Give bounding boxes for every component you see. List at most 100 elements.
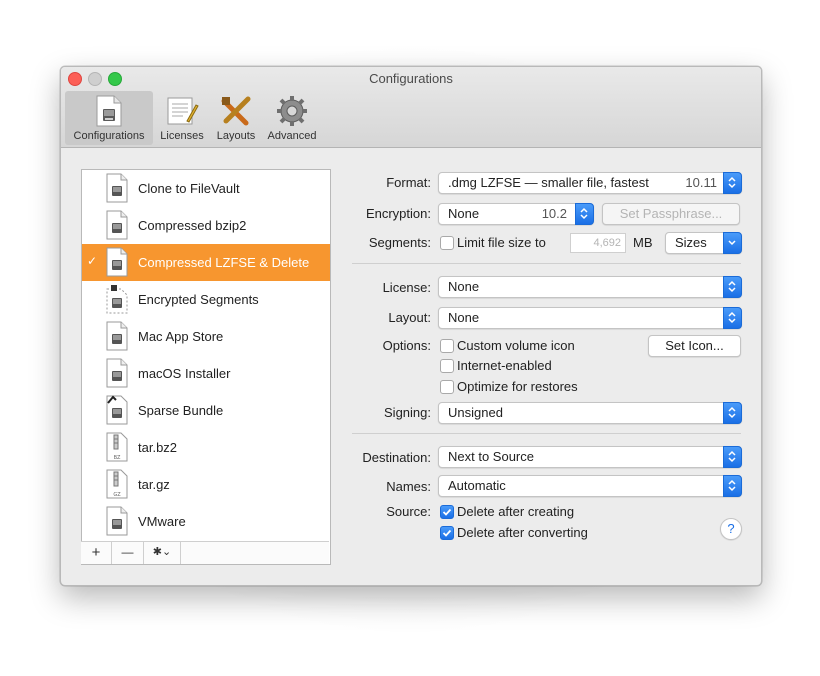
disk-image-icon [106,506,128,536]
disk-image-icon [106,210,128,240]
popup-arrows-icon [723,172,742,194]
list-item-label: macOS Installer [138,366,231,381]
list-item[interactable]: GZ tar.gz [82,466,330,503]
license-popup[interactable]: None [438,276,742,298]
destination-label: Destination: [362,450,431,465]
custom-volume-icon-checkbox[interactable] [440,339,454,353]
tab-label: Advanced [267,130,317,142]
window-title: Configurations [369,71,453,86]
format-label: Format: [386,175,431,190]
delete-after-converting-label: Delete after converting [457,525,588,540]
license-value: None [448,279,480,294]
list-item-label: VMware [138,514,186,529]
names-label: Names: [386,479,431,494]
list-item[interactable]: VMware [82,503,330,540]
list-item-label: Clone to FileVault [138,181,240,196]
file-size-field[interactable]: 4,692 [570,233,626,253]
delete-after-creating-label: Delete after creating [457,504,575,519]
separator [352,433,741,434]
popup-arrows-icon [723,446,742,468]
archive-icon: BZ [106,432,128,462]
internet-enabled-checkbox[interactable] [440,359,454,373]
list-item[interactable]: BZ tar.bz2 [82,429,330,466]
document-icon [96,95,122,130]
delete-after-converting-checkbox[interactable] [440,526,454,540]
custom-volume-icon-label: Custom volume icon [457,338,575,353]
list-item[interactable]: Compressed bzip2 [82,207,330,244]
list-item[interactable]: Sparse Bundle [82,392,330,429]
list-item-label: Encrypted Segments [138,292,259,307]
sizes-value: Sizes [675,235,707,250]
list-item[interactable]: Mac App Store [82,318,330,355]
popup-arrows-icon [723,307,742,329]
list-item-selected[interactable]: ✓ Compressed LZFSE & Delete [82,244,330,281]
remove-button[interactable]: — [112,542,144,564]
encryption-version: 10.2 [541,206,567,221]
tab-licenses[interactable]: Licenses [155,91,209,145]
layouts-icon [220,95,252,130]
format-popup[interactable]: .dmg LZFSE — smaller file, fastest 10.11 [438,172,742,194]
names-popup[interactable]: Automatic [438,475,742,497]
list-item-label: Mac App Store [138,329,224,344]
layout-popup[interactable]: None [438,307,742,329]
action-menu-button[interactable]: ✱⌄ [144,542,181,564]
format-version: 10.11 [685,175,717,190]
list-item-label: Compressed LZFSE & Delete [138,255,310,270]
signing-popup[interactable]: Unsigned [438,402,742,424]
titlebar: Configurations Configurations Licenses L… [61,67,761,148]
popup-arrows-icon [723,276,742,298]
set-icon-button[interactable]: Set Icon... [648,335,741,357]
list-item-label: Compressed bzip2 [138,218,247,233]
disk-image-icon [106,358,128,388]
delete-after-creating-checkbox[interactable] [440,505,454,519]
segments-label: Segments: [368,235,431,250]
list-item-label: Sparse Bundle [138,403,224,418]
encryption-popup[interactable]: None 10.2 [438,203,594,225]
destination-popup[interactable]: Next to Source [438,446,742,468]
internet-enabled-label: Internet-enabled [457,358,552,373]
signing-label: Signing: [384,405,431,420]
signing-value: Unsigned [448,405,503,420]
sizes-popup[interactable]: Sizes [665,232,742,254]
configurations-window: Configurations Configurations Licenses L… [60,66,762,586]
popup-arrows-icon [723,402,742,424]
archive-icon: GZ [106,469,128,499]
names-value: Automatic [448,478,506,493]
popup-arrows-icon [723,475,742,497]
limit-file-size-label: Limit file size to [457,235,546,250]
license-icon [165,95,199,130]
format-value: .dmg LZFSE — smaller file, fastest [448,175,649,190]
disk-image-icon [106,173,128,203]
disk-image-icon [106,321,128,351]
encryption-value: None [448,206,480,221]
checkmark-icon: ✓ [87,254,98,268]
tab-label: Licenses [160,130,204,142]
set-passphrase-button[interactable]: Set Passphrase... [602,203,740,225]
gear-icon [276,95,308,130]
list-item-label: tar.bz2 [138,440,178,455]
list-item[interactable]: macOS Installer [82,355,330,392]
tab-layouts[interactable]: Layouts [211,91,261,145]
checkmark-icon [442,529,452,537]
size-unit-label: MB [633,235,653,250]
tab-label: Layouts [216,130,256,142]
limit-file-size-checkbox[interactable] [440,236,454,250]
options-label: Options: [382,338,431,353]
layout-label: Layout: [388,310,431,325]
tab-configurations[interactable]: Configurations [65,91,153,145]
list-item[interactable]: Encrypted Segments [82,281,330,318]
configurations-list: Clone to FileVault Compressed bzip2 ✓ Co… [81,169,331,565]
sparse-bundle-icon [106,395,128,425]
add-button[interactable]: + [81,542,112,564]
source-label: Source: [386,504,431,519]
tab-advanced[interactable]: Advanced [263,91,321,145]
license-label: License: [382,280,431,295]
separator [352,263,741,264]
optimize-for-restores-checkbox[interactable] [440,380,454,394]
archive-tag: BZ [114,455,121,461]
help-button[interactable]: ? [720,518,742,540]
layout-value: None [448,310,480,325]
chevron-down-icon [723,232,742,254]
list-footer: + — ✱⌄ [81,541,329,564]
list-item[interactable]: Clone to FileVault [82,170,330,207]
